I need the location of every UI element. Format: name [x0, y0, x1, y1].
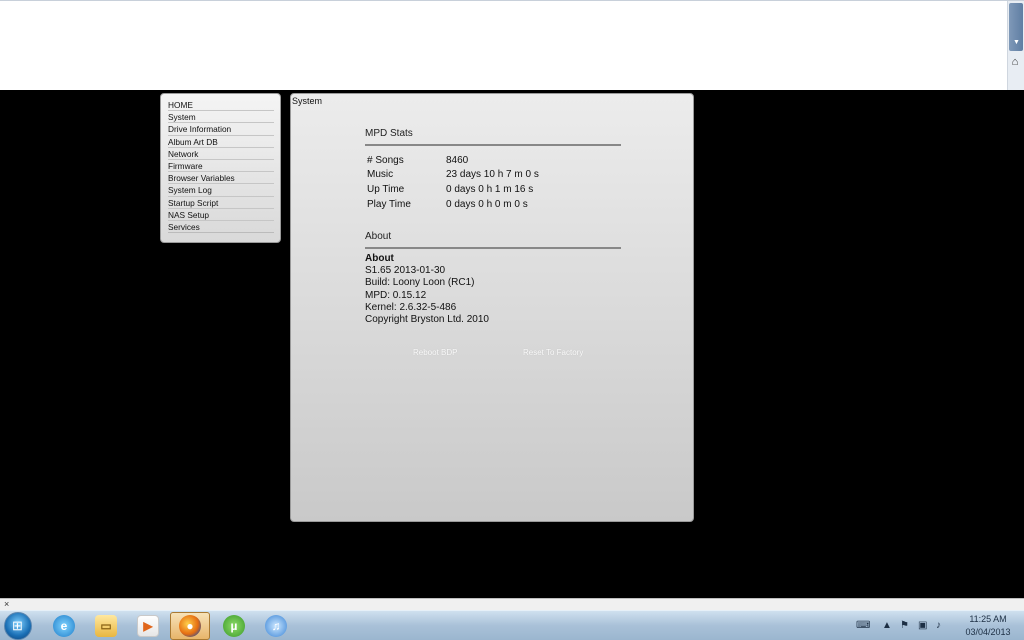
start-button[interactable]: ⊞	[4, 612, 32, 640]
stat-value: 0 days 0 h 1 m 16 s	[446, 183, 534, 195]
network-icon[interactable]: ▣	[918, 620, 927, 632]
media-player-icon: ▶	[137, 615, 159, 637]
mpd-stats-heading: MPD Stats	[365, 128, 621, 146]
about-details: About S1.65 2013-01-30 Build: Loony Loon…	[365, 253, 621, 326]
about-heading: About	[365, 231, 621, 249]
taskbar-clock[interactable]: 11:25 AM 03/04/2013	[958, 613, 1018, 639]
page-title: System	[292, 96, 323, 106]
chevron-down-icon: ▼	[1013, 39, 1020, 46]
sidebar-item-album-art-db[interactable]: Album Art DB	[168, 136, 274, 148]
stat-key: # Songs	[367, 154, 404, 166]
stat-key: Play Time	[367, 198, 411, 210]
table-row: # Songs 8460	[365, 153, 621, 168]
taskbar-windows-explorer[interactable]: ▭	[86, 612, 126, 640]
table-row: Music 23 days 10 h 7 m 0 s	[365, 168, 621, 183]
reboot-button[interactable]: Reboot BDP	[413, 348, 457, 357]
main-panel: System MPD Stats # Songs 8460 Music 23 d…	[290, 93, 694, 522]
copyright-line: Copyright Bryston Ltd. 2010	[365, 314, 489, 326]
home-icon[interactable]: ⌂	[1008, 56, 1022, 68]
stat-value: 23 days 10 h 7 m 0 s	[446, 169, 539, 181]
taskbar-internet-explorer[interactable]: e	[44, 612, 84, 640]
windows-explorer-icon: ▭	[95, 615, 117, 637]
browser-content-top: ▼ ⌂	[0, 0, 1024, 91]
windows-logo-icon: ⊞	[12, 618, 23, 633]
sidebar-item-system-log[interactable]: System Log	[168, 184, 274, 197]
taskbar-firefox[interactable]: ●	[170, 612, 210, 640]
table-row: Play Time 0 days 0 h 0 m 0 s	[365, 197, 621, 212]
sidebar-item-home[interactable]: HOME	[168, 99, 274, 112]
itunes-icon: ♫	[265, 615, 287, 637]
stat-key: Music	[367, 169, 394, 181]
internet-explorer-icon: e	[53, 615, 75, 637]
mpd-version-line: MPD: 0.15.12	[365, 289, 427, 301]
stat-value: 8460	[446, 154, 469, 166]
sidebar-item-nas-setup[interactable]: NAS Setup	[168, 209, 274, 221]
about-subheading: About	[365, 253, 394, 264]
taskbar-media-player[interactable]: ▶	[128, 612, 168, 640]
clock-time: 11:25 AM	[969, 614, 1007, 624]
volume-icon[interactable]: ♪	[936, 620, 941, 632]
kernel-line: Kernel: 2.6.32-5-486	[365, 301, 457, 313]
taskbar-itunes[interactable]: ♫	[256, 612, 296, 640]
stat-value: 0 days 0 h 0 m 0 s	[446, 198, 528, 210]
mpd-stats-table: # Songs 8460 Music 23 days 10 h 7 m 0 s …	[365, 153, 621, 211]
clock-date: 03/04/2013	[965, 627, 1011, 637]
firefox-icon: ●	[179, 615, 201, 637]
sidebar-item-browser-variables[interactable]: Browser Variables	[168, 172, 274, 185]
stat-key: Up Time	[367, 183, 405, 195]
sidebar-item-startup-script[interactable]: Startup Script	[168, 197, 274, 209]
version-line: S1.65 2013-01-30	[365, 265, 446, 277]
reset-to-factory-button[interactable]: Reset To Factory	[523, 348, 583, 357]
action-center-flag-icon[interactable]: ⚑	[900, 620, 909, 632]
system-tray: ⌨ ▲ ⚑ ▣ ♪	[848, 614, 958, 638]
sidebar-item-network[interactable]: Network	[168, 148, 274, 160]
utorrent-icon: µ	[223, 615, 245, 637]
sidebar-nav: HOME System Drive Information Album Art …	[160, 93, 281, 243]
taskbar-utorrent[interactable]: µ	[214, 612, 254, 640]
table-row: Up Time 0 days 0 h 1 m 16 s	[365, 182, 621, 197]
sidebar-item-system[interactable]: System	[168, 111, 274, 124]
sidebar-item-services[interactable]: Services	[168, 221, 274, 234]
close-icon[interactable]: ×	[4, 599, 9, 610]
windows-taskbar: ⊞ e ▭ ▶ ● µ ♫ ⌨ ▲ ⚑ ▣ ♪ 11:25 AM 03/04/2…	[0, 610, 1024, 640]
vertical-scrollbar[interactable]: ▼ ⌂	[1007, 1, 1024, 91]
sidebar-item-drive-information[interactable]: Drive Information	[168, 123, 274, 136]
build-line: Build: Loony Loon (RC1)	[365, 277, 475, 289]
scrollbar-thumb[interactable]: ▼	[1009, 3, 1023, 51]
sidebar-item-firmware[interactable]: Firmware	[168, 160, 274, 173]
page-area: HOME System Drive Information Album Art …	[0, 90, 1024, 598]
browser-status-bar: ×	[0, 598, 1024, 610]
show-hidden-icons-chevron-icon[interactable]: ▲	[882, 620, 892, 632]
keyboard-icon[interactable]: ⌨	[856, 620, 870, 632]
